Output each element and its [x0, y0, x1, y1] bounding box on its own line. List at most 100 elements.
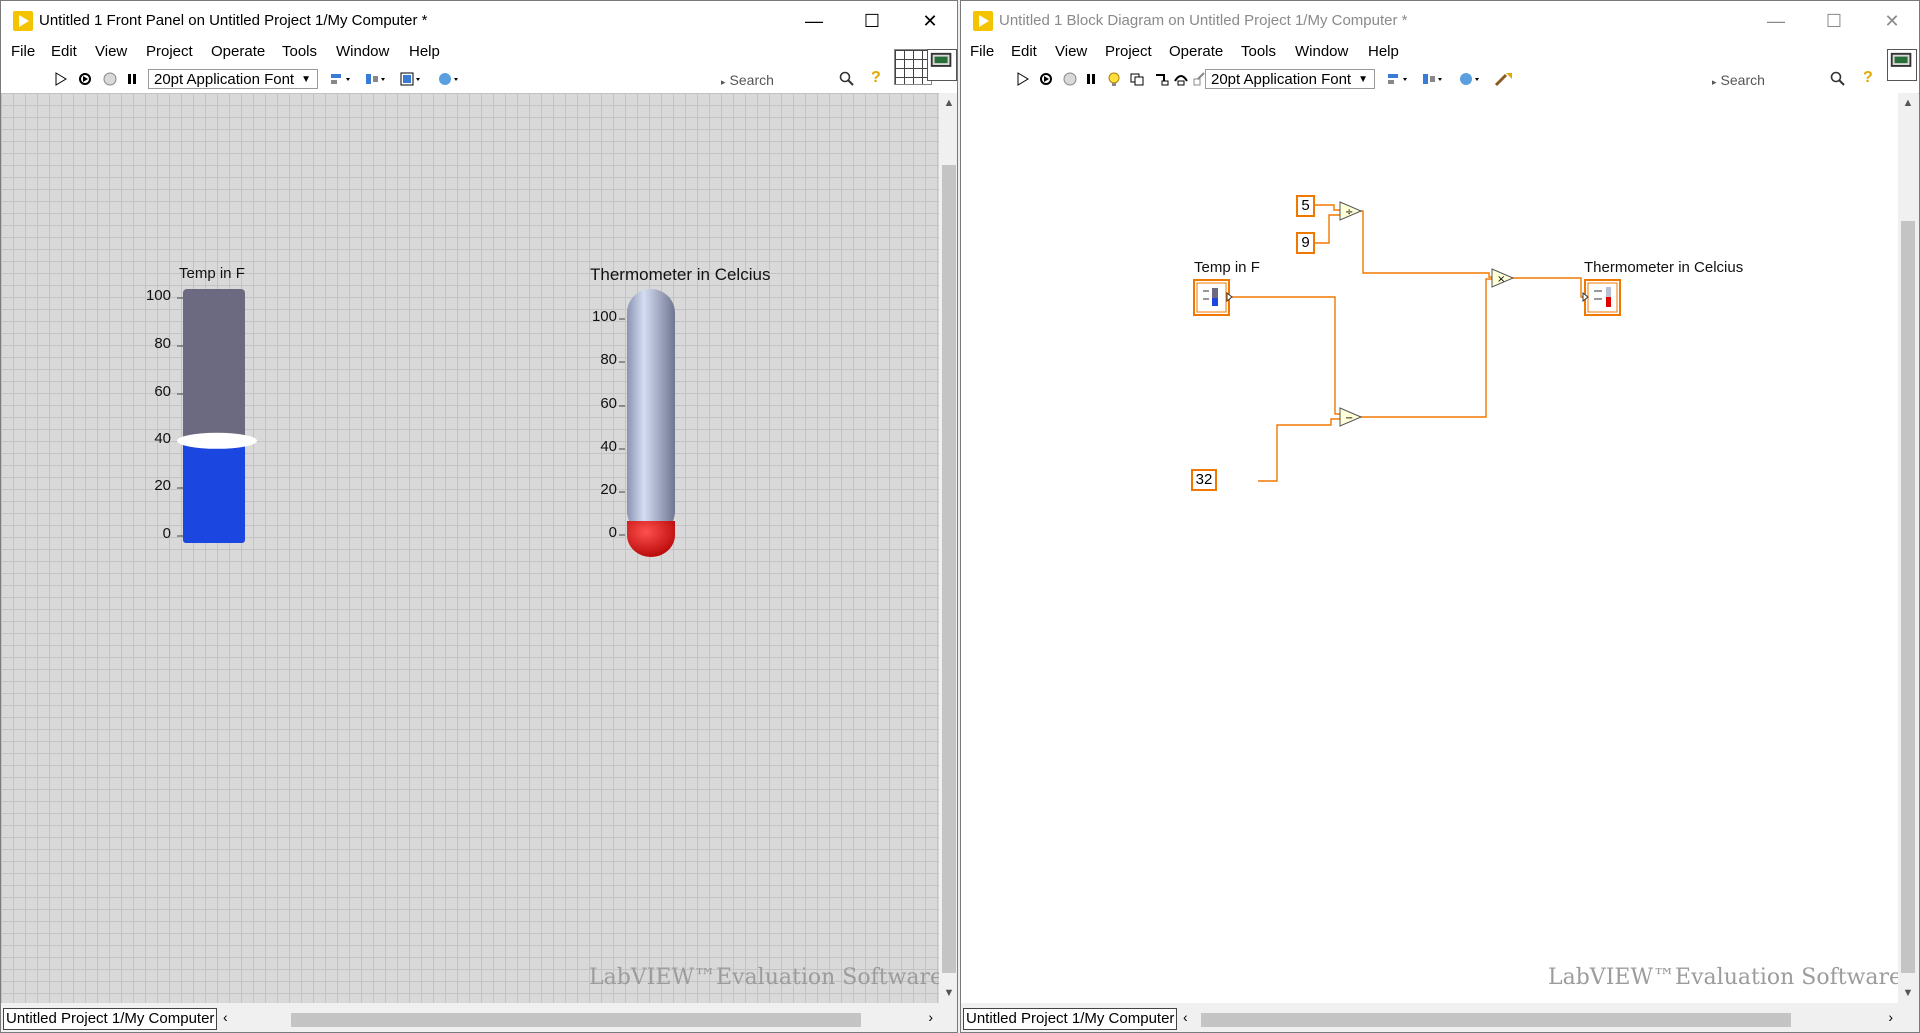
close-button[interactable]: ✕: [901, 1, 957, 41]
project-context[interactable]: Untitled Project 1/My Computer: [963, 1008, 1178, 1030]
menu-file[interactable]: File: [970, 43, 994, 60]
subtract-function[interactable]: −: [1339, 407, 1363, 427]
run-continuously-icon[interactable]: [1038, 71, 1054, 87]
multiply-function[interactable]: ×: [1491, 268, 1515, 288]
scroll-down-icon[interactable]: ▼: [939, 987, 957, 999]
maximize-button[interactable]: ☐: [843, 1, 901, 41]
wire[interactable]: [1232, 296, 1341, 415]
maximize-button[interactable]: ☐: [1805, 1, 1863, 41]
thermometer-tick-label: 40: [600, 438, 617, 455]
vi-icon[interactable]: [1887, 49, 1917, 81]
reorder-icon[interactable]: [1459, 71, 1483, 87]
wire[interactable]: [1359, 278, 1493, 418]
menu-project[interactable]: Project: [146, 43, 193, 60]
run-arrow-icon[interactable]: [53, 71, 69, 87]
help-icon[interactable]: ?: [871, 69, 881, 87]
constant-nine[interactable]: 9: [1296, 232, 1315, 254]
tank-label: Temp in F: [179, 265, 245, 282]
scroll-thumb[interactable]: [1201, 1013, 1791, 1027]
scroll-right-icon[interactable]: ›: [1888, 1009, 1893, 1025]
menu-edit[interactable]: Edit: [51, 43, 77, 60]
search-input[interactable]: ▸ Search: [1712, 70, 1765, 90]
menu-operate[interactable]: Operate: [1169, 43, 1223, 60]
run-continuously-icon[interactable]: [77, 71, 93, 87]
thermometer-indicator-terminal[interactable]: [1582, 279, 1622, 317]
menu-help[interactable]: Help: [409, 43, 440, 60]
scroll-right-icon[interactable]: ›: [928, 1009, 933, 1025]
font-select[interactable]: 20pt Application Font ▼: [148, 69, 318, 89]
distribute-objects-icon[interactable]: [1422, 71, 1446, 87]
distribute-objects-icon[interactable]: [365, 71, 389, 87]
align-objects-icon[interactable]: [1387, 71, 1411, 87]
run-arrow-icon[interactable]: [1015, 71, 1031, 87]
wire[interactable]: [1313, 214, 1341, 244]
tank-tick-label: 80: [154, 335, 171, 352]
menu-view[interactable]: View: [1055, 43, 1087, 60]
thermometer-tick-label: 80: [600, 351, 617, 368]
search-icon[interactable]: [839, 71, 855, 87]
menu-tools[interactable]: Tools: [1241, 43, 1276, 60]
thermometer-bulb: [627, 521, 675, 557]
pause-icon[interactable]: [124, 71, 140, 87]
reorder-icon[interactable]: [438, 71, 462, 87]
wire[interactable]: [1359, 210, 1493, 278]
font-select-value: 20pt Application Font: [1211, 71, 1352, 88]
menu-file[interactable]: File: [11, 43, 35, 60]
align-objects-icon[interactable]: [330, 71, 354, 87]
minimize-button[interactable]: —: [1747, 1, 1805, 41]
pause-icon[interactable]: [1083, 71, 1099, 87]
vertical-scrollbar[interactable]: ▲ ▼: [939, 93, 957, 1005]
menu-tools[interactable]: Tools: [282, 43, 317, 60]
block-diagram-canvas[interactable]: 5 9 32 ÷ × − Temp in F Thermometer in Ce…: [961, 93, 1902, 1005]
abort-icon[interactable]: [1062, 71, 1078, 87]
block-diagram-titlebar[interactable]: Untitled 1 Block Diagram on Untitled Pro…: [961, 1, 1919, 41]
resize-objects-icon[interactable]: [400, 71, 424, 87]
wire[interactable]: [1313, 204, 1341, 211]
vertical-scrollbar[interactable]: ▲ ▼: [1898, 93, 1918, 1005]
chevron-down-icon: ▼: [1358, 74, 1368, 85]
scroll-thumb[interactable]: [291, 1013, 861, 1027]
wire[interactable]: [1511, 277, 1587, 298]
minimize-button[interactable]: —: [785, 1, 843, 41]
retain-wire-values-icon[interactable]: [1129, 71, 1145, 87]
horizontal-scrollbar[interactable]: ‹ ›: [1181, 1009, 1899, 1027]
constant-five[interactable]: 5: [1296, 195, 1315, 217]
scroll-left-icon[interactable]: ‹: [1183, 1009, 1188, 1025]
scroll-left-icon[interactable]: ‹: [223, 1009, 228, 1025]
menu-view[interactable]: View: [95, 43, 127, 60]
tank-control-terminal[interactable]: [1193, 279, 1233, 317]
front-panel-canvas[interactable]: Temp in F 100 80 60 40 20 0 Thermometer …: [1, 93, 943, 1005]
menu-window[interactable]: Window: [336, 43, 389, 60]
wire[interactable]: [1258, 418, 1341, 482]
search-icon[interactable]: [1830, 71, 1846, 87]
close-button[interactable]: ✕: [1863, 1, 1919, 41]
scroll-up-icon[interactable]: ▲: [939, 97, 957, 109]
scroll-down-icon[interactable]: ▼: [1898, 987, 1918, 999]
scroll-up-icon[interactable]: ▲: [1898, 97, 1918, 109]
step-into-icon[interactable]: [1154, 71, 1170, 87]
menu-window[interactable]: Window: [1295, 43, 1348, 60]
abort-icon[interactable]: [102, 71, 118, 87]
menu-operate[interactable]: Operate: [211, 43, 265, 60]
divide-function[interactable]: ÷: [1339, 201, 1363, 221]
subtract-symbol: −: [1345, 413, 1353, 424]
front-panel-titlebar[interactable]: Untitled 1 Front Panel on Untitled Proje…: [1, 1, 957, 41]
search-input[interactable]: ▸ Search: [721, 70, 774, 90]
scroll-thumb[interactable]: [942, 165, 956, 973]
vi-icon[interactable]: [927, 49, 957, 81]
scroll-thumb[interactable]: [1901, 221, 1915, 973]
horizontal-scrollbar[interactable]: ‹ ›: [221, 1009, 939, 1027]
tank-indicator[interactable]: [173, 289, 267, 545]
highlight-execution-icon[interactable]: [1106, 71, 1122, 87]
constant-thirty-two[interactable]: 32: [1191, 469, 1217, 491]
menu-project[interactable]: Project: [1105, 43, 1152, 60]
help-icon[interactable]: ?: [1863, 69, 1873, 87]
project-context[interactable]: Untitled Project 1/My Computer: [3, 1008, 218, 1030]
thermometer-indicator[interactable]: [617, 289, 677, 559]
menu-edit[interactable]: Edit: [1011, 43, 1037, 60]
toolbar: 20pt Application Font ▼ ▸ Search ?: [1, 65, 957, 94]
step-over-icon[interactable]: [1173, 71, 1189, 87]
menu-help[interactable]: Help: [1368, 43, 1399, 60]
clean-up-diagram-icon[interactable]: [1494, 71, 1514, 87]
font-select[interactable]: 20pt Application Font ▼: [1205, 69, 1375, 89]
